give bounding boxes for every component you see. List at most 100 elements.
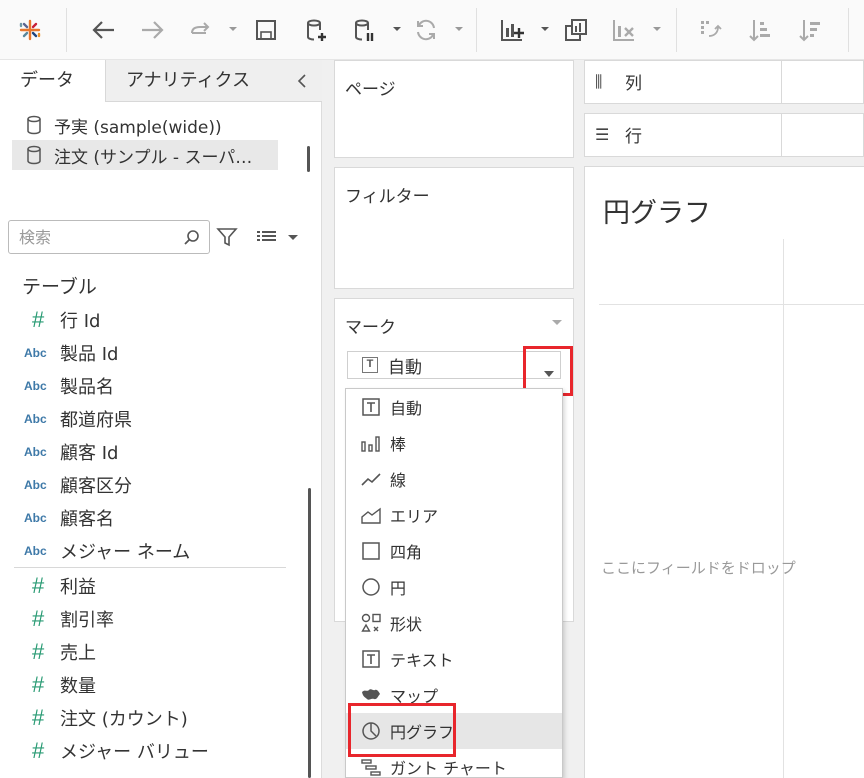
menu-item-text[interactable]: テキスト xyxy=(346,641,562,677)
filters-shelf[interactable]: フィルター xyxy=(334,167,574,289)
worksheet-area: ⫼ 列 ☰ 行 円グラフ ここにフィールドをドロップ xyxy=(584,60,864,778)
field-label: 顧客 Id xyxy=(60,442,119,464)
field-item[interactable]: Abc メジャー ネーム xyxy=(24,534,284,567)
field-item[interactable]: # 利益 xyxy=(24,569,284,602)
field-label: 割引率 xyxy=(60,609,114,631)
datasource-item-selected[interactable]: 注文 (サンプル - スーパ… xyxy=(12,140,278,170)
menu-item-area[interactable]: エリア xyxy=(346,497,562,533)
sheet-title[interactable]: 円グラフ xyxy=(603,191,711,230)
field-label: メジャー ネーム xyxy=(60,541,191,563)
toolbar xyxy=(0,0,864,60)
field-item[interactable]: # メジャー バリュー xyxy=(24,734,284,767)
columns-icon: ⫼ xyxy=(595,71,603,91)
redo-icon[interactable] xyxy=(182,12,218,48)
fields-scrollbar[interactable] xyxy=(308,488,311,778)
save-icon[interactable] xyxy=(248,12,284,48)
menu-item-bar[interactable]: 棒 xyxy=(346,425,562,461)
clear-sheet-icon[interactable] xyxy=(606,12,642,48)
field-item[interactable]: # 数量 xyxy=(24,668,284,701)
forward-icon[interactable] xyxy=(134,12,170,48)
redo-dropdown-icon[interactable] xyxy=(228,24,238,34)
tables-heading: テーブル xyxy=(22,276,97,298)
field-item[interactable]: Abc 製品名 xyxy=(24,369,284,402)
chevron-down-icon xyxy=(544,371,554,377)
field-label: 売上 xyxy=(60,642,96,664)
field-search[interactable] xyxy=(8,220,210,254)
field-label: 都道府県 xyxy=(60,409,132,431)
back-icon[interactable] xyxy=(86,12,122,48)
pause-datasource-icon[interactable] xyxy=(346,12,382,48)
measure-type-icon: # xyxy=(32,737,45,763)
field-item[interactable]: Abc 顧客 Id xyxy=(24,435,284,468)
measure-type-icon: # xyxy=(32,671,45,697)
filter-icon[interactable] xyxy=(216,226,238,248)
tab-analytics[interactable]: アナリティクス xyxy=(106,60,322,102)
data-pane: データ アナリティクス 予実 (sample(wide)) 注文 (サンプル -… xyxy=(0,60,322,778)
datasource-dropdown-icon[interactable] xyxy=(392,24,402,34)
pie-highlight-box xyxy=(348,703,456,757)
view-gridline-vertical xyxy=(783,239,784,778)
drop-field-hint: ここにフィールドをドロップ xyxy=(601,559,796,577)
area-icon xyxy=(360,504,382,526)
field-item[interactable]: Abc 都道府県 xyxy=(24,402,284,435)
field-label: 注文 (カウント) xyxy=(60,708,188,730)
menu-item-label: 四角 xyxy=(390,543,423,562)
filters-shelf-title: フィルター xyxy=(345,187,430,207)
refresh-icon[interactable] xyxy=(408,12,444,48)
sort-descending-icon[interactable] xyxy=(792,12,828,48)
menu-item-label: テキスト xyxy=(390,651,454,670)
text-icon xyxy=(360,648,382,670)
swap-icon[interactable] xyxy=(692,12,728,48)
field-item[interactable]: Abc 顧客名 xyxy=(24,501,284,534)
new-worksheet-icon[interactable] xyxy=(494,12,530,48)
field-item[interactable]: # 割引率 xyxy=(24,602,284,635)
view-canvas[interactable]: 円グラフ ここにフィールドをドロップ xyxy=(584,166,864,778)
menu-item-square[interactable]: 四角 xyxy=(346,533,562,569)
mark-type-value: 自動 xyxy=(388,357,422,378)
field-item[interactable]: # 売上 xyxy=(24,635,284,668)
columns-shelf[interactable]: ⫼ 列 xyxy=(584,60,864,104)
measure-type-icon: # xyxy=(32,306,45,332)
collapse-pane-icon[interactable] xyxy=(294,72,310,90)
pages-shelf[interactable]: ページ xyxy=(334,60,574,158)
line-icon xyxy=(360,468,382,490)
tableau-logo-icon[interactable] xyxy=(12,12,48,48)
refresh-dropdown-icon[interactable] xyxy=(454,24,464,34)
menu-item-label: 自動 xyxy=(390,399,423,418)
datasource-scrollbar[interactable] xyxy=(307,146,310,172)
menu-item-circle[interactable]: 円 xyxy=(346,569,562,605)
menu-item-auto[interactable]: 自動 xyxy=(346,389,562,425)
datasource-item[interactable]: 予実 (sample(wide)) xyxy=(12,110,278,140)
shape-icon xyxy=(360,612,382,634)
new-datasource-icon[interactable] xyxy=(298,12,334,48)
marks-card-menu-icon[interactable] xyxy=(551,317,563,327)
marks-card-title: マーク xyxy=(345,318,396,338)
sort-ascending-icon[interactable] xyxy=(742,12,778,48)
menu-item-line[interactable]: 線 xyxy=(346,461,562,497)
field-label: 数量 xyxy=(60,675,96,697)
datasource-label: 予実 (sample(wide)) xyxy=(54,117,222,138)
dimension-type-icon: Abc xyxy=(24,345,47,360)
bar-icon xyxy=(360,432,382,454)
field-item[interactable]: # 行 Id xyxy=(24,303,284,336)
dimension-type-icon: Abc xyxy=(24,477,47,492)
tab-data[interactable]: データ xyxy=(0,60,106,102)
view-options-dropdown-icon[interactable] xyxy=(286,226,300,248)
duplicate-sheet-icon[interactable] xyxy=(558,12,594,48)
dimension-measure-divider xyxy=(14,567,286,568)
clear-dropdown-icon[interactable] xyxy=(652,24,662,34)
circle-icon xyxy=(360,576,382,598)
view-options-icon[interactable] xyxy=(256,226,278,248)
menu-item-shape[interactable]: 形状 xyxy=(346,605,562,641)
database-icon xyxy=(27,145,41,165)
rows-icon: ☰ xyxy=(595,125,610,144)
rows-shelf[interactable]: ☰ 行 xyxy=(584,113,864,157)
dimension-type-icon: Abc xyxy=(24,543,47,558)
field-item[interactable]: Abc 製品 Id xyxy=(24,336,284,369)
field-item[interactable]: Abc 顧客区分 xyxy=(24,468,284,501)
menu-item-label: 形状 xyxy=(390,615,423,634)
search-input[interactable] xyxy=(19,227,179,247)
field-item[interactable]: # 注文 (カウント) xyxy=(24,701,284,734)
worksheet-dropdown-icon[interactable] xyxy=(540,24,550,34)
datasource-label: 注文 (サンプル - スーパ… xyxy=(54,147,253,168)
